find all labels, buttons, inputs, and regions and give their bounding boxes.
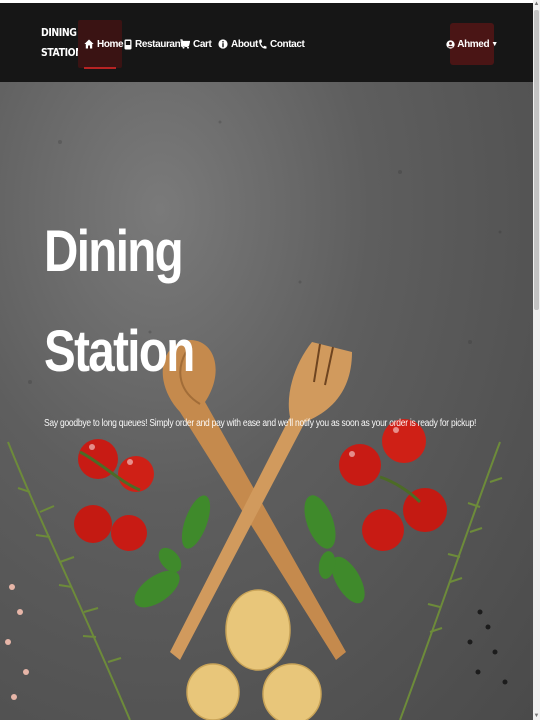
user-icon xyxy=(446,39,455,49)
nav-label-about: About xyxy=(231,38,258,50)
hero-title-line-1: Dining xyxy=(44,219,184,284)
page: DINING STATION Home Restaurants Cart Abo… xyxy=(0,0,533,720)
chevron-down-icon: ▼ xyxy=(491,40,498,48)
scroll-down-icon[interactable]: ▼ xyxy=(533,712,540,720)
brand-logo[interactable]: DINING STATION xyxy=(41,23,83,63)
vertical-scrollbar[interactable]: ▲ ▼ xyxy=(533,0,540,720)
brand-line-2: STATION xyxy=(41,46,83,59)
nav-item-about[interactable]: About xyxy=(218,20,258,68)
hero-section: Dining Station Say goodbye to long queue… xyxy=(0,82,533,720)
user-menu-button[interactable]: Ahmed ▼ xyxy=(446,23,498,65)
phone-icon xyxy=(258,39,267,50)
hero-title-line-2: Station xyxy=(44,319,195,384)
brand-line-1: DINING xyxy=(41,26,77,39)
hero-subtitle: Say goodbye to long queues! Simply order… xyxy=(44,418,477,429)
nav-item-restaurants[interactable]: Restaurants xyxy=(124,20,189,68)
scrollbar-thumb[interactable] xyxy=(534,10,539,310)
nav-label-home: Home xyxy=(97,38,124,50)
cart-icon xyxy=(180,39,190,49)
hero-title: Dining Station xyxy=(44,202,195,402)
nav-item-cart[interactable]: Cart xyxy=(180,20,212,68)
info-icon xyxy=(218,39,228,49)
home-icon xyxy=(84,39,94,49)
nav-label-cart: Cart xyxy=(193,38,212,50)
restaurant-icon xyxy=(124,39,132,50)
nav-item-home[interactable]: Home xyxy=(78,20,124,69)
user-name: Ahmed xyxy=(457,38,490,50)
scroll-up-icon[interactable]: ▲ xyxy=(533,0,540,8)
nav-label-contact: Contact xyxy=(270,38,305,50)
nav-item-contact[interactable]: Contact xyxy=(258,20,305,68)
navbar: DINING STATION Home Restaurants Cart Abo… xyxy=(0,0,533,85)
